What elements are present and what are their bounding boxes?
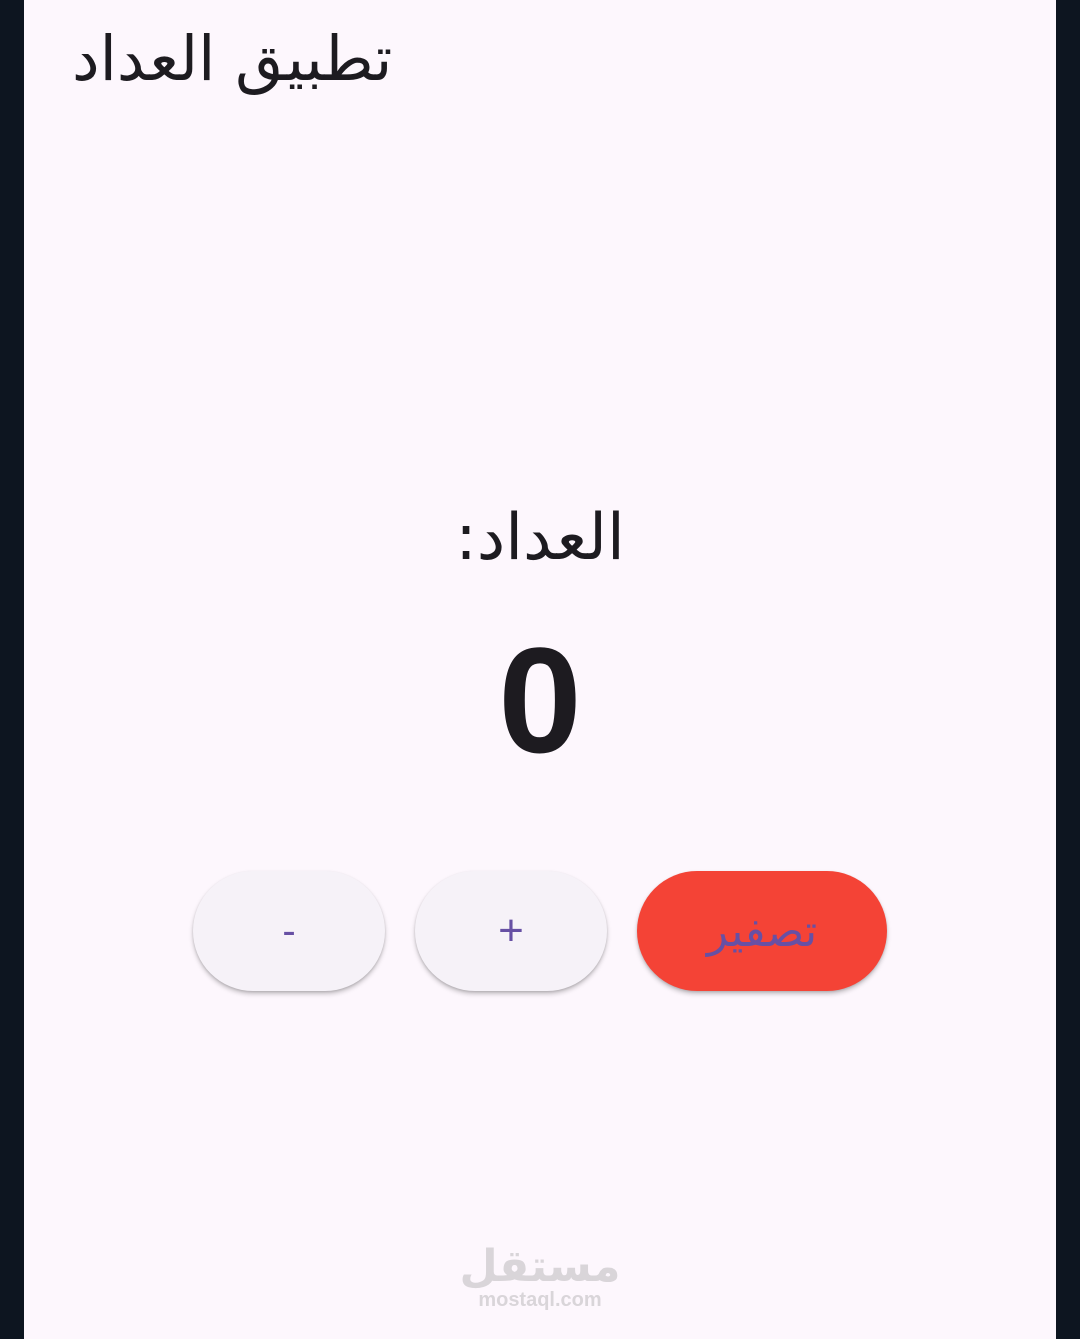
reset-button[interactable]: تصفير: [637, 871, 887, 991]
counter-value: 0: [498, 616, 582, 784]
app-screen: تطبيق العداد العداد: 0 - + تصفير مستقل m…: [24, 0, 1056, 1339]
watermark-arabic: مستقل: [459, 1241, 621, 1292]
watermark-latin: mostaql.com: [478, 1289, 602, 1311]
decrement-button[interactable]: -: [193, 871, 385, 991]
app-title: تطبيق العداد: [72, 22, 393, 95]
counter-label: العداد:: [455, 501, 625, 575]
watermark: مستقل mostaql.com: [24, 1241, 1056, 1312]
increment-button[interactable]: +: [415, 871, 607, 991]
